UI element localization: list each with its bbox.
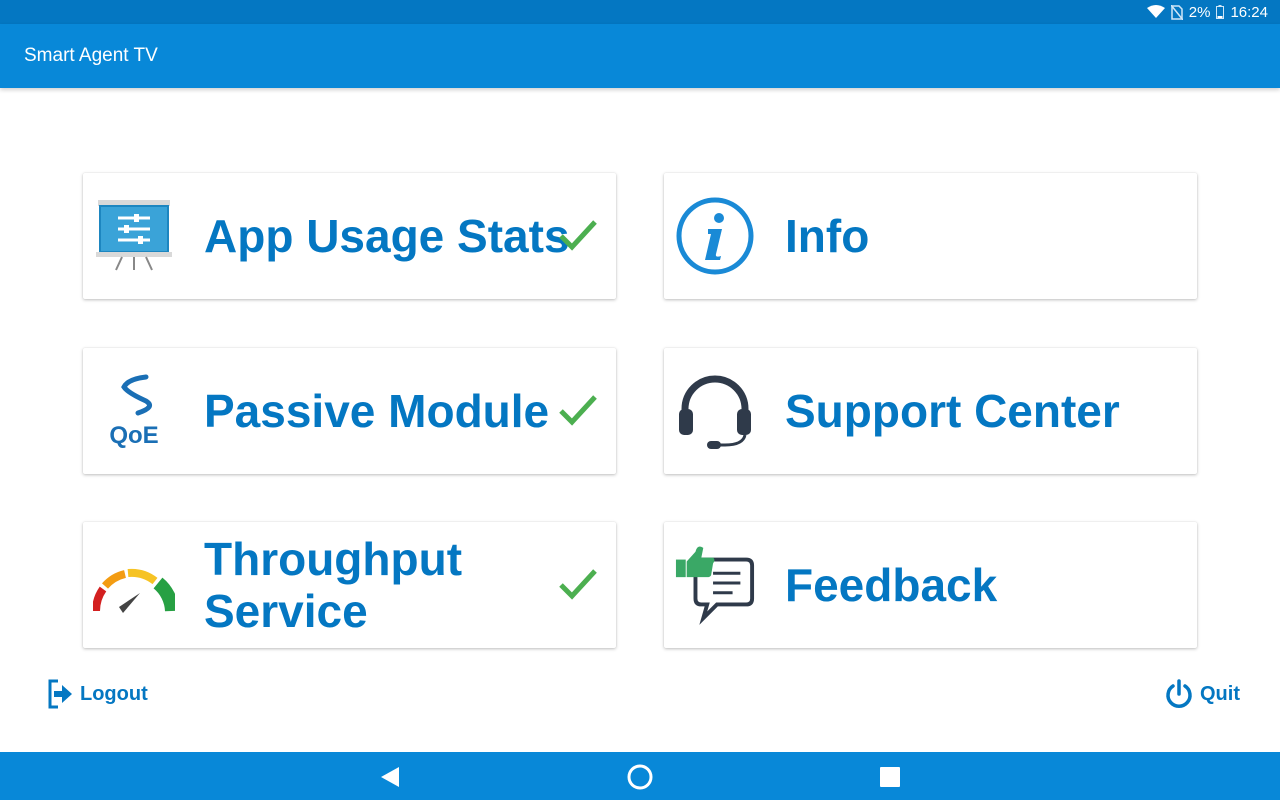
back-icon[interactable]	[377, 764, 403, 790]
card-label: Feedback	[785, 559, 998, 611]
wifi-icon	[1146, 5, 1165, 18]
home-icon[interactable]	[627, 764, 653, 790]
card-label: Passive Module	[204, 385, 550, 437]
info-icon	[674, 195, 756, 277]
quit-button[interactable]: Quit	[1164, 676, 1240, 712]
check-icon	[559, 220, 597, 251]
battery-icon	[1216, 5, 1225, 19]
presentation-board-icon	[93, 195, 175, 277]
card-label: App Usage Stats	[204, 210, 570, 262]
app-bar: Smart Agent TV	[0, 24, 1280, 88]
logout-icon	[48, 679, 72, 709]
clock: 16:24	[1230, 3, 1268, 21]
throughput-service-card[interactable]: Throughput Service	[83, 522, 616, 648]
app-title: Smart Agent TV	[24, 45, 158, 66]
qoe-icon: QoE	[93, 370, 175, 452]
feedback-icon	[674, 542, 756, 625]
qoe-text: QoE	[109, 422, 158, 449]
logout-button[interactable]: Logout	[48, 676, 148, 712]
speedometer-icon	[93, 544, 175, 626]
feedback-card[interactable]: Feedback	[664, 522, 1197, 648]
status-bar: 2% 16:24	[0, 0, 1280, 24]
headset-icon	[674, 370, 756, 452]
app-usage-stats-card[interactable]: App Usage Stats	[83, 173, 616, 299]
battery-percent: 2%	[1188, 3, 1211, 21]
status-icons: 2% 16:24	[1146, 0, 1268, 24]
quit-label: Quit	[1200, 682, 1240, 705]
logout-label: Logout	[80, 682, 148, 705]
check-icon	[559, 569, 597, 600]
power-icon	[1166, 679, 1192, 708]
card-label: Support Center	[785, 385, 1120, 437]
support-center-card[interactable]: Support Center	[664, 348, 1197, 474]
info-card[interactable]: Info	[664, 173, 1197, 299]
card-label: Info	[785, 210, 870, 262]
navigation-bar	[0, 752, 1280, 800]
recents-icon[interactable]	[877, 764, 903, 790]
no-sim-icon	[1170, 4, 1183, 20]
passive-module-card[interactable]: QoE Passive Module	[83, 348, 616, 474]
check-icon	[559, 395, 597, 426]
card-label: Throughput Service	[204, 533, 463, 637]
